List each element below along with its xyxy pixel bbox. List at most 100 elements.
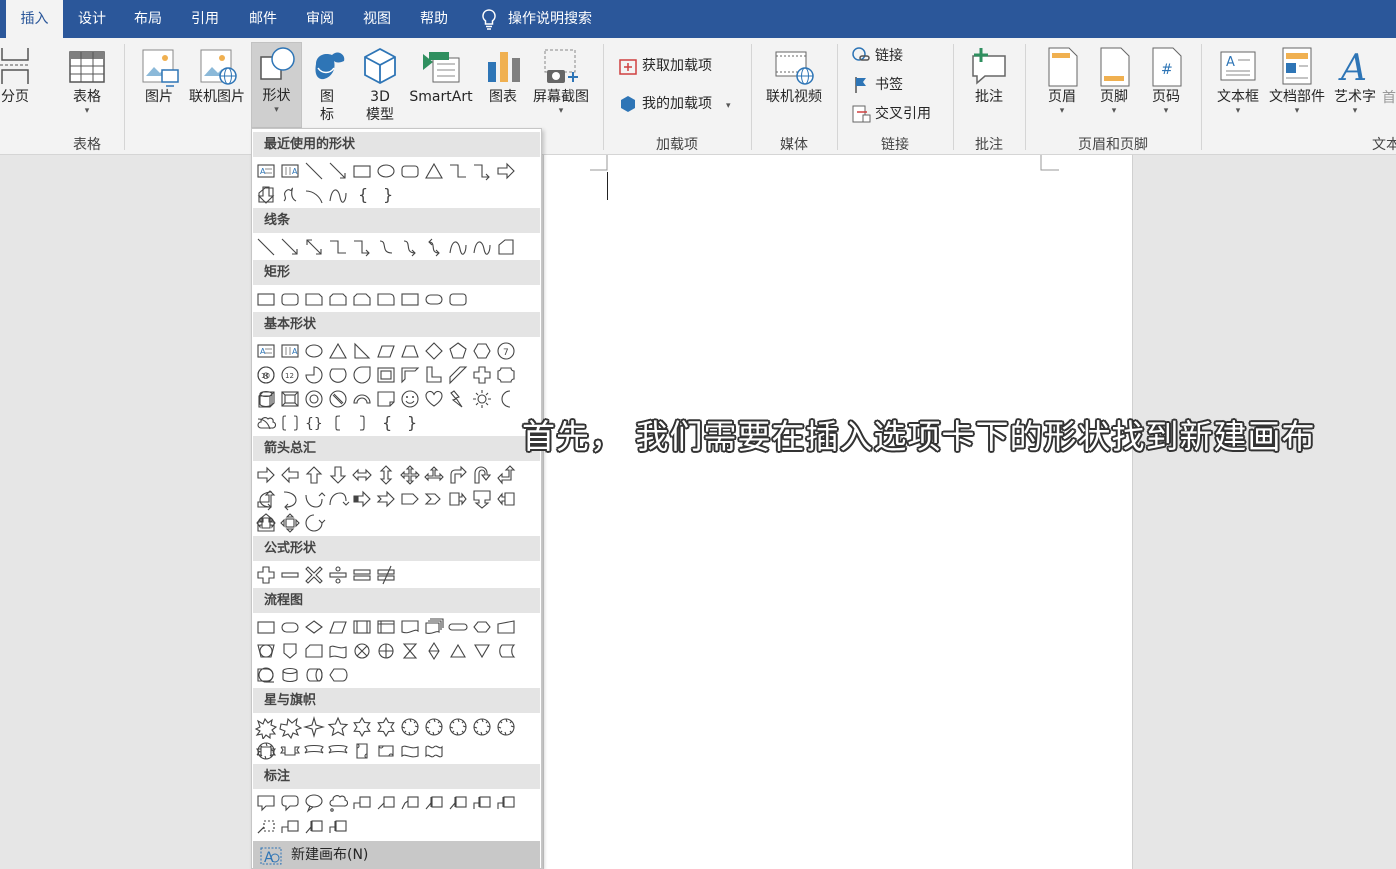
tab-help[interactable]: 帮助: [408, 0, 460, 38]
shape-fsumjunc-icon[interactable]: [350, 639, 374, 663]
shape-callLine3-icon[interactable]: [398, 791, 422, 815]
shape-uarrow-icon[interactable]: [302, 463, 326, 487]
shape-rarrow-icon[interactable]: [494, 159, 518, 183]
shape-curve-icon[interactable]: [446, 235, 470, 259]
shape-arc-icon[interactable]: [302, 183, 326, 207]
shape-fprep-icon[interactable]: [470, 615, 494, 639]
shape-starN-icon[interactable]: [494, 715, 518, 739]
shape-arrowline-icon[interactable]: [278, 235, 302, 259]
shape-fpredef-icon[interactable]: [350, 615, 374, 639]
shapes-button[interactable]: 形状 ▾: [251, 42, 302, 128]
shape-tri-icon[interactable]: [422, 159, 446, 183]
shape-textbox-icon[interactable]: A: [254, 159, 278, 183]
shape-eqplus-icon[interactable]: [254, 563, 278, 587]
shape-larrow-icon[interactable]: [278, 463, 302, 487]
screenshot-button[interactable]: 屏幕截图 ▾: [529, 44, 593, 116]
shape-curvedU-icon[interactable]: [302, 487, 326, 511]
shape-snip2-icon[interactable]: [326, 287, 350, 311]
tab-insert[interactable]: 插入: [6, 0, 63, 38]
shape-callLine2-icon[interactable]: [374, 791, 398, 815]
shape-dcallout-icon[interactable]: [470, 487, 494, 511]
shape-chord-icon[interactable]: [326, 363, 350, 387]
shape-heart-icon[interactable]: [422, 387, 446, 411]
shape-lbracket-icon[interactable]: [326, 411, 350, 435]
shape-fprocess-icon[interactable]: [254, 615, 278, 639]
link-button[interactable]: 链接: [851, 44, 903, 68]
tab-review[interactable]: 审阅: [294, 0, 346, 38]
shape-curvedarrow-icon[interactable]: [398, 235, 422, 259]
document-page[interactable]: [543, 155, 1133, 869]
shape-textbox-icon[interactable]: A: [254, 339, 278, 363]
shape-lshape-icon[interactable]: [422, 363, 446, 387]
shape-eqequal-icon[interactable]: [350, 563, 374, 587]
shape-cube-icon[interactable]: [254, 387, 278, 411]
shape-vtext-icon[interactable]: A: [278, 159, 302, 183]
shape-lbrace-icon[interactable]: {: [350, 183, 374, 207]
shape-fstored-icon[interactable]: [494, 639, 518, 663]
shape-fsort-icon[interactable]: [422, 639, 446, 663]
footer-button[interactable]: 页脚 ▾: [1092, 44, 1136, 116]
shape-blockarc-icon[interactable]: [350, 387, 374, 411]
shape-dblbrace-icon[interactable]: {}: [302, 411, 326, 435]
tab-view[interactable]: 视图: [351, 0, 403, 38]
shape-ribbonUp-icon[interactable]: [254, 739, 278, 763]
shape-fdisplay-icon[interactable]: [326, 663, 350, 687]
shape-moon-icon[interactable]: [494, 387, 518, 411]
table-button[interactable]: 表格 ▾: [64, 44, 110, 116]
shape-fseqaccess-icon[interactable]: [254, 663, 278, 687]
get-addins-button[interactable]: 获取加载项: [618, 54, 712, 78]
shape-line-icon[interactable]: [254, 235, 278, 259]
shape-fextract-icon[interactable]: [446, 639, 470, 663]
shape-ftape-icon[interactable]: [326, 639, 350, 663]
shape-quadarrow-icon[interactable]: [398, 463, 422, 487]
picture-button[interactable]: 图片: [138, 44, 180, 106]
shape-curvedD-icon[interactable]: [326, 487, 350, 511]
shape-lbrace-icon[interactable]: {: [374, 411, 398, 435]
shape-fterminator-icon[interactable]: [446, 615, 470, 639]
smartart-button[interactable]: SmartArt: [406, 44, 476, 106]
icons-button[interactable]: 图 标: [306, 44, 348, 124]
shape-fmagdisk-icon[interactable]: [278, 663, 302, 687]
shape-explosion1-icon[interactable]: [254, 715, 278, 741]
shape-foldcorner-icon[interactable]: [374, 387, 398, 411]
shape-fterm-icon[interactable]: [422, 287, 446, 311]
shape-trap-icon[interactable]: [398, 339, 422, 363]
shape-elbow-icon[interactable]: [446, 159, 470, 183]
shape-freeform-icon[interactable]: [254, 183, 278, 207]
shape-elbowarrow-icon[interactable]: [350, 235, 374, 259]
shape-vscroll-icon[interactable]: [350, 739, 374, 763]
shape-rrect-icon[interactable]: [278, 287, 302, 311]
page-break-button[interactable]: 分页: [0, 44, 32, 106]
drop-cap-label[interactable]: 首: [1382, 86, 1396, 110]
shape-sun-icon[interactable]: [470, 387, 494, 411]
shape-fcard-icon[interactable]: [302, 639, 326, 663]
shape-callLine1-icon[interactable]: [278, 815, 302, 839]
shape-circarrow-icon[interactable]: [302, 511, 326, 535]
3d-models-button[interactable]: 3D 模型: [357, 44, 403, 124]
shape-dod12-icon[interactable]: 12: [278, 363, 302, 387]
shape-smiley-icon[interactable]: [398, 387, 422, 411]
shape-bevel-icon[interactable]: [278, 387, 302, 411]
shape-foffpage-icon[interactable]: [278, 639, 302, 663]
shape-rrect-icon[interactable]: [398, 159, 422, 183]
shape-frame-icon[interactable]: [374, 363, 398, 387]
shape-eqdiv-icon[interactable]: [326, 563, 350, 587]
shape-diamond-icon[interactable]: [422, 339, 446, 363]
shape-fdecision-icon[interactable]: [302, 615, 326, 639]
shape-hscroll-icon[interactable]: [374, 739, 398, 763]
wordart-button[interactable]: A 艺术字 ▾: [1330, 44, 1380, 116]
online-video-button[interactable]: 联机视频: [760, 44, 828, 106]
shape-dblbracket-icon[interactable]: [278, 411, 302, 435]
shape-callBorder-icon[interactable]: [494, 791, 518, 815]
shape-callBorder-icon[interactable]: [326, 815, 350, 839]
shape-starN-icon[interactable]: [470, 715, 494, 739]
shape-snip1-icon[interactable]: [302, 287, 326, 311]
shape-tri-icon[interactable]: [326, 339, 350, 363]
shape-rect-icon[interactable]: [254, 287, 278, 311]
shape-halfframe-icon[interactable]: [398, 363, 422, 387]
tab-references[interactable]: 引用: [179, 0, 231, 38]
shape-eqneq-icon[interactable]: [374, 563, 398, 587]
shape-snipround-icon[interactable]: [350, 287, 374, 311]
shape-oval-icon[interactable]: [374, 159, 398, 183]
my-addins-button[interactable]: 我的加载项 ▾: [618, 92, 731, 116]
